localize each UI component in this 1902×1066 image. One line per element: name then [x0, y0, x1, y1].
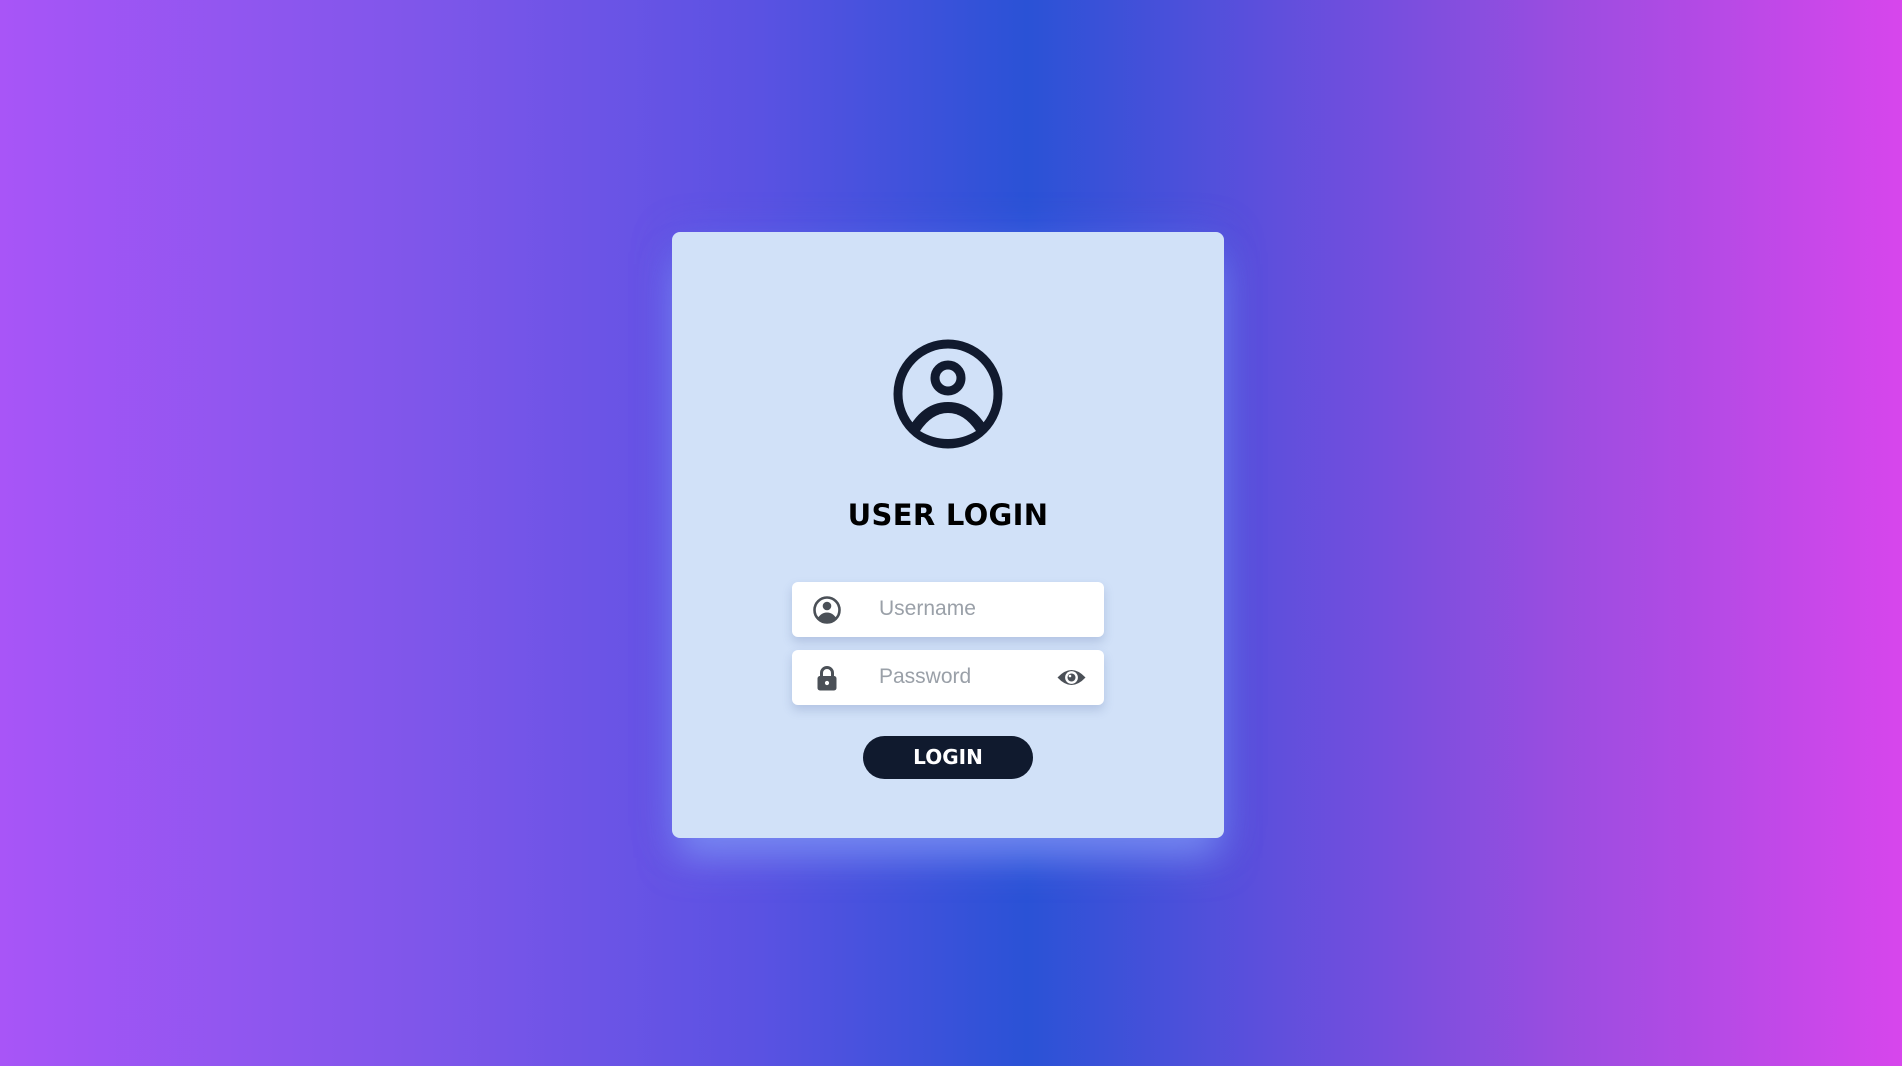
user-circle-icon: [813, 596, 841, 624]
password-placeholder[interactable]: Password: [879, 665, 971, 689]
username-field[interactable]: Username: [792, 582, 1104, 637]
login-button[interactable]: LOGIN: [863, 736, 1033, 779]
username-placeholder[interactable]: Username: [879, 597, 976, 621]
eye-icon[interactable]: [1056, 665, 1087, 690]
lock-icon: [817, 666, 837, 691]
password-field[interactable]: Password: [792, 650, 1104, 705]
page-title: USER LOGIN: [847, 498, 1049, 532]
login-card: USER LOGIN Username Password LOGIN: [672, 232, 1224, 838]
user-circle-icon: [893, 339, 1003, 449]
